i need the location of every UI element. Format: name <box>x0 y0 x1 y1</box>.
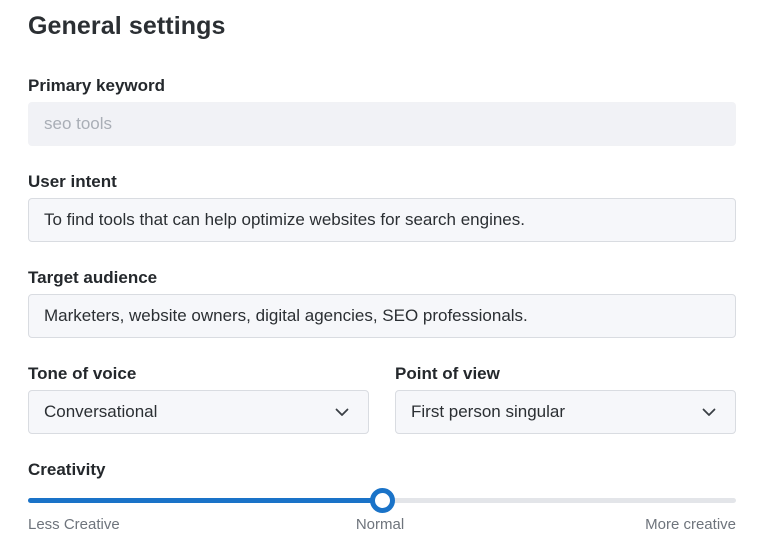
page-title: General settings <box>28 12 226 40</box>
primary-keyword-label: Primary keyword <box>28 76 166 95</box>
point-of-view-value: First person singular <box>411 402 566 421</box>
tone-of-voice-select[interactable]: Conversational <box>28 390 369 434</box>
tone-of-voice-label: Tone of voice <box>28 364 137 383</box>
point-of-view-label: Point of view <box>395 364 500 383</box>
chevron-down-icon <box>335 405 349 419</box>
creativity-min-label: Less Creative <box>28 516 120 533</box>
point-of-view-select[interactable]: First person singular <box>395 390 736 434</box>
creativity-slider-thumb[interactable] <box>369 488 395 513</box>
tone-of-voice-value: Conversational <box>44 402 158 421</box>
user-intent-field[interactable] <box>28 198 736 242</box>
creativity-label: Creativity <box>28 460 106 479</box>
target-audience-label: Target audience <box>28 268 158 287</box>
user-intent-label: User intent <box>28 172 117 191</box>
chevron-down-icon <box>702 405 716 419</box>
primary-keyword-field <box>28 102 736 146</box>
creativity-slider-fill <box>28 498 382 503</box>
primary-keyword-input <box>44 114 720 134</box>
target-audience-input[interactable] <box>44 306 720 326</box>
user-intent-input[interactable] <box>44 210 720 230</box>
creativity-mid-label: Normal <box>355 516 405 533</box>
creativity-slider[interactable] <box>28 488 736 513</box>
creativity-max-label: More creative <box>645 516 736 533</box>
target-audience-field[interactable] <box>28 294 736 338</box>
